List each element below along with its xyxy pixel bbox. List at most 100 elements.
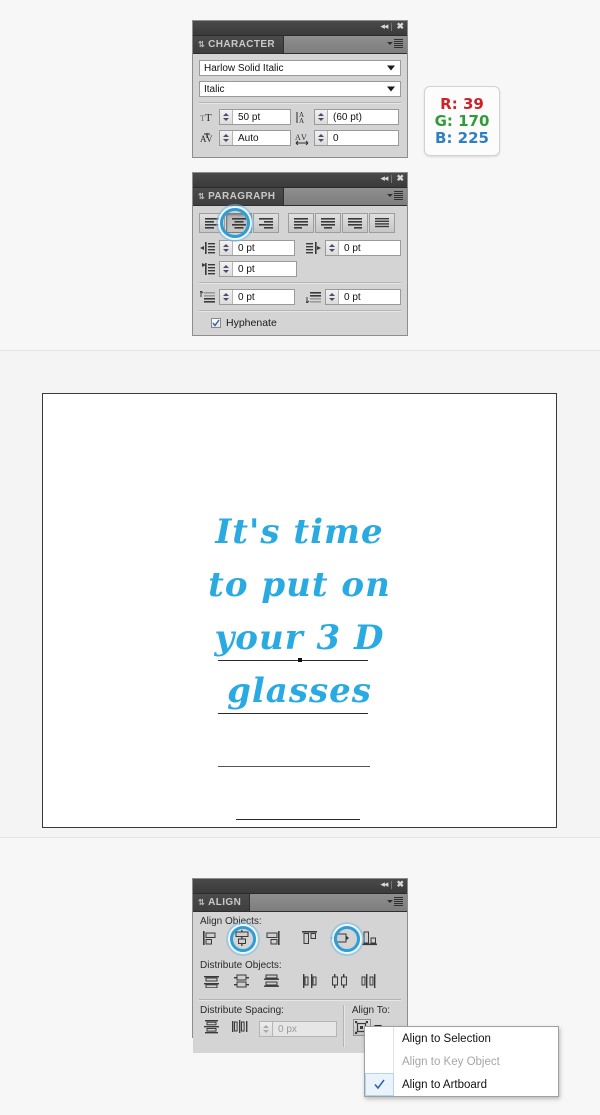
paragraph-panel-tabfill [284, 188, 407, 205]
align-panel: ◂◂ ✖ ⇅ ALIGN Align Objects: Distribute O… [192, 878, 408, 1053]
svg-text:V: V [301, 133, 307, 142]
art-line-1-text: It's time [215, 512, 384, 552]
first-line-indent-stepper[interactable]: 0 pt [219, 261, 297, 277]
tracking-arrows[interactable] [315, 131, 328, 145]
distribute-vertical-center-button[interactable] [233, 974, 251, 993]
close-icon[interactable]: ✖ [396, 174, 404, 183]
color-b-value: B: 225 [435, 128, 489, 147]
color-r-value: R: 39 [440, 94, 484, 113]
space-before-value[interactable]: 0 pt [233, 290, 294, 304]
panel-menu-icon[interactable] [387, 39, 403, 48]
font-size-stepper[interactable]: 50 pt [219, 109, 291, 125]
spacing-stepper[interactable]: 0 px [259, 1021, 337, 1037]
align-left-edges-button[interactable] [203, 930, 221, 951]
menu-checkmark-icon [365, 1073, 394, 1096]
justify-last-right-button[interactable] [342, 213, 368, 233]
align-vertical-center-highlight [334, 926, 360, 952]
kerning-icon: AV [199, 132, 216, 145]
align-right-button[interactable] [253, 213, 279, 233]
paragraph-divider-2 [199, 310, 401, 312]
character-panel-tabrow: ⇅ CHARACTER [193, 36, 407, 54]
distribute-bottom-button[interactable] [263, 974, 281, 993]
art-line-4-text: glasses [227, 671, 372, 711]
leading-stepper[interactable]: (60 pt) [314, 109, 399, 125]
character-panel-titlebar: ◂◂ ✖ [193, 21, 407, 36]
close-icon[interactable]: ✖ [396, 880, 404, 889]
distribute-right-button[interactable] [361, 974, 379, 993]
justify-last-center-button[interactable] [315, 213, 341, 233]
align-vertical-divider [343, 1005, 345, 1047]
first-line-indent-value[interactable]: 0 pt [233, 262, 296, 276]
kerning-value[interactable]: Auto [233, 131, 290, 145]
font-style-value: Italic [204, 83, 225, 95]
art-line-3: your 3 D [43, 618, 556, 767]
distribute-horizontal-space-button[interactable] [231, 1019, 249, 1039]
spacing-value[interactable]: 0 px [273, 1022, 336, 1036]
right-indent-stepper[interactable]: 0 pt [325, 240, 401, 256]
menu-item-align-to-key-object: Align to Key Object [365, 1050, 558, 1073]
tab-grip-icon: ⇅ [198, 192, 206, 201]
justify-last-left-button[interactable] [288, 213, 314, 233]
art-line-2-text: to put on [208, 565, 391, 605]
first-line-indent-icon [199, 263, 216, 275]
menu-item-align-to-artboard[interactable]: Align to Artboard [365, 1073, 558, 1096]
distribute-left-button[interactable] [301, 974, 319, 993]
align-top-edges-button[interactable] [301, 930, 319, 951]
align-center-highlight [220, 208, 250, 238]
chevron-down-icon [387, 86, 395, 92]
menu-item-align-to-selection[interactable]: Align to Selection [365, 1027, 558, 1050]
align-bottom-edges-button[interactable] [361, 930, 379, 951]
tracking-stepper[interactable]: 0 [314, 130, 399, 146]
menu-check-gutter [365, 1027, 394, 1050]
tracking-value[interactable]: 0 [328, 131, 398, 145]
right-indent-value[interactable]: 0 pt [339, 241, 400, 255]
leading-value[interactable]: (60 pt) [328, 110, 398, 124]
distribute-vertical-space-button[interactable] [203, 1019, 221, 1039]
distribute-top-button[interactable] [203, 974, 221, 993]
left-indent-stepper[interactable]: 0 pt [219, 240, 295, 256]
distribute-horizontal-center-button[interactable] [331, 974, 349, 993]
align-right-edges-button[interactable] [263, 930, 281, 951]
spacing-arrows[interactable] [260, 1022, 273, 1036]
font-size-arrows[interactable] [220, 110, 233, 124]
first-line-indent-arrows[interactable] [220, 262, 233, 276]
tab-align[interactable]: ⇅ ALIGN [193, 894, 251, 911]
space-before-stepper[interactable]: 0 pt [219, 289, 295, 305]
tab-character-label: CHARACTER [208, 39, 276, 50]
left-indent-arrows[interactable] [220, 241, 233, 255]
panel-menu-icon[interactable] [387, 897, 403, 906]
titlebar-divider [391, 174, 393, 183]
character-panel: ◂◂ ✖ ⇅ CHARACTER Harlow Solid Italic Ita… [192, 20, 408, 158]
panel-menu-icon[interactable] [387, 191, 403, 200]
menu-item-align-to-key-object-label: Align to Key Object [402, 1055, 500, 1068]
collapse-icon[interactable]: ◂◂ [380, 22, 388, 31]
hyphenate-checkbox[interactable] [211, 318, 221, 328]
space-after-value[interactable]: 0 pt [339, 290, 400, 304]
paragraph-panel-titlebar: ◂◂ ✖ [193, 173, 407, 188]
right-indent-arrows[interactable] [326, 241, 339, 255]
font-style-select[interactable]: Italic [199, 81, 401, 97]
tab-character[interactable]: ⇅ CHARACTER [193, 36, 285, 53]
tab-grip-icon: ⇅ [198, 40, 206, 49]
space-after-arrows[interactable] [326, 290, 339, 304]
space-before-arrows[interactable] [220, 290, 233, 304]
font-family-select[interactable]: Harlow Solid Italic [199, 60, 401, 76]
font-size-value[interactable]: 50 pt [233, 110, 290, 124]
titlebar-divider [391, 880, 393, 889]
tab-grip-icon: ⇅ [198, 898, 206, 907]
svg-text:T: T [205, 112, 212, 123]
align-objects-label: Align Objects: [200, 916, 262, 927]
tab-paragraph[interactable]: ⇅ PARAGRAPH [193, 188, 285, 205]
artboard[interactable]: It's time to put on your 3 D glasses [42, 393, 557, 828]
collapse-icon[interactable]: ◂◂ [380, 174, 388, 183]
leading-arrows[interactable] [315, 110, 328, 124]
kerning-arrows[interactable] [220, 131, 233, 145]
justify-all-button[interactable] [369, 213, 395, 233]
art-rule-2 [218, 713, 368, 714]
left-indent-value[interactable]: 0 pt [233, 241, 294, 255]
close-icon[interactable]: ✖ [396, 22, 404, 31]
collapse-icon[interactable]: ◂◂ [380, 880, 388, 889]
space-after-stepper[interactable]: 0 pt [325, 289, 401, 305]
kerning-stepper[interactable]: Auto [219, 130, 291, 146]
tracking-icon: AV [294, 132, 311, 145]
